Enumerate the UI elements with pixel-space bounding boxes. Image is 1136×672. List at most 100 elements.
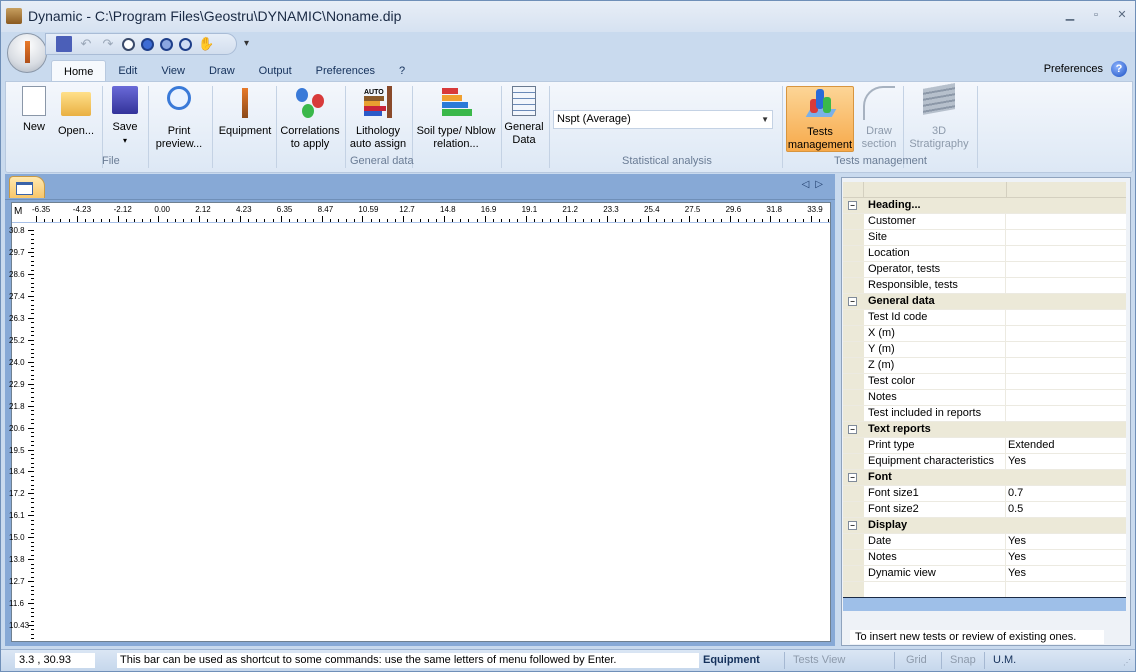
maximize-button[interactable]: ▫: [1089, 9, 1103, 21]
status-equipment[interactable]: Equipment: [703, 654, 760, 666]
collapse-icon[interactable]: −: [848, 425, 857, 434]
h-ruler-tick: [444, 216, 445, 222]
zoom-out-icon[interactable]: [160, 37, 173, 51]
pan-icon[interactable]: ✋: [198, 36, 214, 52]
property-category[interactable]: − Heading...: [843, 198, 1126, 214]
property-row[interactable]: Test color: [843, 374, 1126, 390]
statistical-analysis-select[interactable]: Nspt (Average) ▼: [553, 110, 773, 129]
tab-home[interactable]: Home: [51, 60, 107, 82]
property-row[interactable]: Date Yes: [843, 534, 1126, 550]
customize-qat-button[interactable]: ▾: [244, 38, 249, 49]
tests-management-button[interactable]: Tests management: [786, 86, 854, 152]
property-value[interactable]: [1006, 246, 1126, 261]
collapse-icon[interactable]: −: [848, 297, 857, 306]
open-button[interactable]: Open...: [54, 86, 98, 152]
property-row[interactable]: Print type Extended: [843, 438, 1126, 454]
zoom-window-icon[interactable]: [179, 37, 192, 51]
property-row[interactable]: Notes: [843, 390, 1126, 406]
tab-output[interactable]: Output: [247, 60, 304, 82]
undo-icon[interactable]: ↶: [78, 36, 94, 52]
property-value[interactable]: 0.5: [1006, 502, 1126, 517]
property-value[interactable]: [1006, 214, 1126, 229]
arrow-left-icon[interactable]: ◁: [802, 179, 816, 190]
property-category[interactable]: − General data: [843, 294, 1126, 310]
zoom-in-icon[interactable]: [141, 37, 154, 51]
property-category[interactable]: − Display: [843, 518, 1126, 534]
correlations-button[interactable]: Correlations to apply: [278, 86, 342, 152]
new-button[interactable]: New: [16, 86, 52, 152]
application-menu-button[interactable]: [7, 33, 47, 73]
property-value[interactable]: Yes: [1006, 534, 1126, 549]
drawing-canvas[interactable]: M -6.35 -4.23 -2.12 0.00 2.12 4.23 6.35 8.47 10.…: [9, 202, 831, 642]
draw-section-button[interactable]: Draw section: [858, 86, 900, 152]
property-row[interactable]: Responsible, tests: [843, 278, 1126, 294]
zoom-extents-icon[interactable]: [122, 37, 135, 51]
help-icon[interactable]: ?: [1111, 61, 1127, 77]
tab-preferences[interactable]: Preferences: [304, 60, 387, 82]
command-input[interactable]: This bar can be used as shortcut to some…: [117, 653, 699, 668]
property-row[interactable]: Site: [843, 230, 1126, 246]
resize-grip-icon[interactable]: ⋰: [1123, 658, 1131, 667]
property-value[interactable]: [1006, 406, 1126, 421]
v-ruler-tick: [28, 603, 34, 605]
status-units[interactable]: U.M.: [993, 654, 1016, 666]
tab-edit[interactable]: Edit: [106, 60, 149, 82]
preferences-link[interactable]: Preferences: [1044, 63, 1103, 75]
property-row[interactable]: Equipment characteristics Yes: [843, 454, 1126, 470]
property-category[interactable]: − Font: [843, 470, 1126, 486]
minimize-button[interactable]: ▁: [1063, 9, 1077, 21]
save-icon[interactable]: [56, 36, 72, 52]
lithology-auto-assign-button[interactable]: AUTO Lithology auto assign: [347, 86, 409, 152]
property-row[interactable]: Notes Yes: [843, 550, 1126, 566]
property-value[interactable]: [1006, 262, 1126, 277]
status-snap[interactable]: Snap: [950, 654, 976, 666]
property-row[interactable]: Location: [843, 246, 1126, 262]
soil-type-nblow-button[interactable]: Soil type/ Nblow relation...: [414, 86, 498, 152]
tab-view[interactable]: View: [149, 60, 197, 82]
property-row[interactable]: Y (m): [843, 342, 1126, 358]
close-button[interactable]: ✕: [1115, 9, 1129, 21]
property-value[interactable]: [1006, 230, 1126, 245]
property-row[interactable]: Test included in reports: [843, 406, 1126, 422]
h-ruler-tick: [231, 219, 233, 222]
property-value[interactable]: Yes: [1006, 550, 1126, 565]
tab-help[interactable]: ?: [387, 60, 417, 82]
property-row[interactable]: Test Id code: [843, 310, 1126, 326]
general-data-button[interactable]: General Data: [503, 86, 545, 152]
property-value[interactable]: [1006, 342, 1126, 357]
redo-icon[interactable]: ↷: [100, 36, 116, 52]
property-value[interactable]: [1006, 358, 1126, 373]
tab-navigation[interactable]: ◁▷: [802, 179, 829, 190]
property-value[interactable]: [1006, 374, 1126, 389]
collapse-icon[interactable]: −: [848, 201, 857, 210]
property-row[interactable]: Z (m): [843, 358, 1126, 374]
property-row[interactable]: Operator, tests: [843, 262, 1126, 278]
property-value[interactable]: Extended: [1006, 438, 1126, 453]
equipment-button[interactable]: Equipment: [216, 86, 274, 152]
property-category[interactable]: − Text reports: [843, 422, 1126, 438]
property-row[interactable]: Customer: [843, 214, 1126, 230]
arrow-right-icon[interactable]: ▷: [815, 179, 829, 190]
property-row[interactable]: X (m): [843, 326, 1126, 342]
property-value[interactable]: [1006, 310, 1126, 325]
property-row[interactable]: Font size1 0.7: [843, 486, 1126, 502]
stratigraphy-3d-button[interactable]: 3D Stratigraphy: [905, 83, 973, 152]
property-row[interactable]: Dynamic view Yes: [843, 566, 1126, 582]
save-button[interactable]: Save ▾: [106, 86, 144, 152]
property-value[interactable]: Yes: [1006, 566, 1126, 581]
collapse-icon[interactable]: −: [848, 473, 857, 482]
status-grid[interactable]: Grid: [906, 654, 927, 666]
document-tab[interactable]: [9, 176, 45, 198]
chevron-down-icon[interactable]: ▼: [761, 111, 769, 128]
property-value[interactable]: [1006, 390, 1126, 405]
property-value[interactable]: 0.7: [1006, 486, 1126, 501]
status-tests-view[interactable]: Tests View: [793, 654, 845, 666]
property-grid-splitter[interactable]: [843, 597, 1126, 611]
property-value[interactable]: [1006, 326, 1126, 341]
tab-draw[interactable]: Draw: [197, 60, 247, 82]
print-preview-button[interactable]: Print preview...: [150, 86, 208, 152]
property-value[interactable]: [1006, 278, 1126, 293]
property-row[interactable]: Font size2 0.5: [843, 502, 1126, 518]
collapse-icon[interactable]: −: [848, 521, 857, 530]
property-value[interactable]: Yes: [1006, 454, 1126, 469]
